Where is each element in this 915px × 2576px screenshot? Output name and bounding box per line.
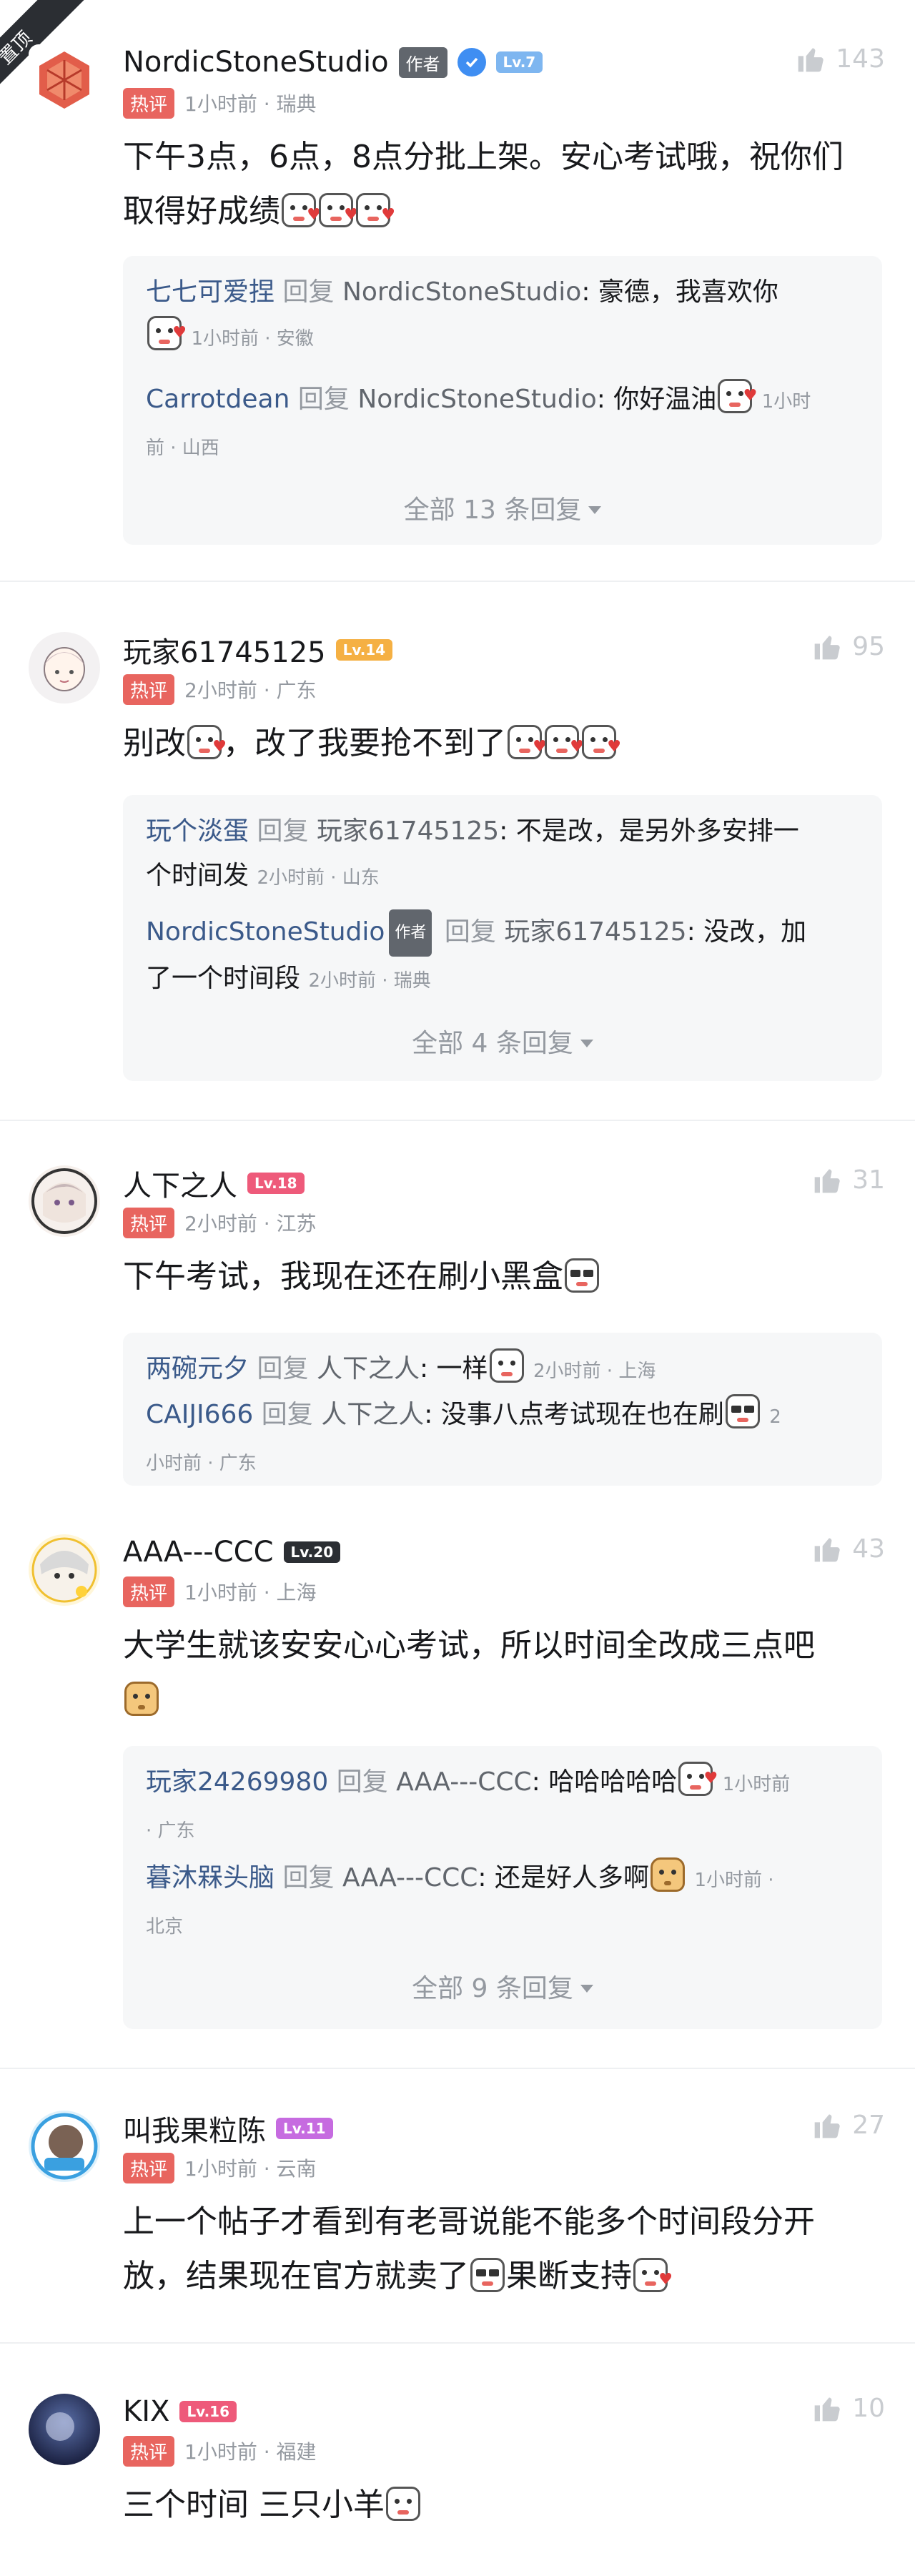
avatar[interactable] — [29, 1534, 100, 1606]
like-count: 95 — [852, 631, 885, 661]
comment-text: 大学生就该安安心心考试，所以时间全改成三点吧 — [123, 1619, 886, 1727]
username[interactable]: 玩家61745125 — [123, 629, 326, 671]
like-count: 27 — [852, 2110, 885, 2140]
caret-down-icon — [580, 1985, 593, 1993]
reply-item[interactable]: 玩个淡蛋 回复 玩家61745125: 不是改，是另外多安排一 个时间发 2小时… — [146, 809, 859, 900]
like-button[interactable]: 10 — [812, 2392, 885, 2424]
caret-down-icon — [580, 1040, 593, 1047]
level-badge: Lv.20 — [283, 1541, 341, 1563]
emoji-icon — [470, 2258, 505, 2292]
emoji-icon: ♥ — [508, 725, 547, 759]
comment-text: 下午3点，6点，8点分批上架。安心考试哦，祝你们 取得好成绩 ♥ ♥ ♥ — [123, 139, 844, 230]
author-badge: 作者 — [389, 909, 432, 957]
reply-box: 七七可爱捏 回复 NordicStoneStudio: 豪德，我喜欢你 ♥ 1小… — [123, 256, 882, 545]
verified-check-icon — [457, 48, 486, 77]
like-button[interactable]: 43 — [812, 1533, 885, 1564]
username[interactable]: NordicStoneStudio — [123, 46, 389, 79]
comment-text: 上一个帖子才看到有老哥说能不能多个时间段分开 放，结果现在官方就卖了 果断支持 ♥ — [123, 2204, 815, 2294]
author-badge: 作者 — [398, 46, 447, 78]
reply-box: 玩家24269980 回复 AAA---CCC: 哈哈哈哈哈 ♥ 1小时前 · 广… — [123, 1746, 882, 2029]
emoji-icon: ♥ — [545, 725, 584, 759]
thumbs-up-icon — [798, 48, 824, 72]
hot-badge: 热评 — [123, 2152, 175, 2183]
comment-meta: 2小时前 · 江苏 — [184, 1212, 317, 1235]
emoji-icon: ♥ — [356, 193, 395, 227]
hot-badge: 热评 — [123, 1576, 175, 1607]
comment-meta: 1小时前 · 上海 — [184, 1581, 317, 1604]
level-badge: Lv.16 — [179, 2401, 237, 2422]
like-button[interactable]: 95 — [812, 631, 885, 662]
reply-box: 玩个淡蛋 回复 玩家61745125: 不是改，是另外多安排一 个时间发 2小时… — [123, 795, 882, 1081]
hot-badge: 热评 — [123, 673, 175, 705]
username[interactable]: 人下之人 — [123, 1163, 237, 1204]
reply-item[interactable]: Carrotdean 回复 NordicStoneStudio: 你好温油 ♥ 1… — [146, 377, 859, 470]
avatar[interactable] — [29, 2394, 100, 2465]
reply-item[interactable]: CAIJI666 回复 人下之人: 没事八点考试现在也在刷 2 小时前 · 广东 — [146, 1393, 859, 1486]
emoji-icon — [725, 1394, 760, 1428]
like-button[interactable]: 31 — [812, 1164, 885, 1195]
hot-badge: 热评 — [123, 2435, 175, 2467]
like-count: 31 — [852, 1165, 885, 1195]
comment-item: 人下之人 Lv.18 31 热评 2小时前 · 江苏 下午考试，我现在还在刷小黑… — [0, 1121, 915, 1493]
reply-item[interactable]: 暮沐槑头脑 回复 AAA---CCC: 还是好人多啊 1小时前 · 北京 — [146, 1856, 859, 1949]
comment-text: 别改 ♥ ，改了我要抢不到了 ♥ ♥ ♥ — [123, 725, 621, 761]
level-badge: Lv.18 — [247, 1173, 305, 1194]
comment-item: NordicStoneStudio 作者 Lv.7 143 热评 1小时前 · … — [0, 0, 915, 579]
avatar[interactable] — [29, 1165, 100, 1237]
level-badge: Lv.14 — [335, 639, 393, 661]
hot-badge: 热评 — [123, 1207, 175, 1238]
comment-meta: 2小时前 · 广东 — [184, 678, 317, 702]
comment-item: 玩家61745125 Lv.14 95 热评 2小时前 · 广东 别改 ♥ ，改了我… — [0, 582, 915, 1118]
emoji-icon: ♥ — [282, 193, 321, 227]
comment-item: KIX Lv.16 10 热评 1小时前 · 福建 三个时间 三只小羊 — [0, 2344, 915, 2576]
emoji-icon: ♥ — [187, 725, 227, 759]
emoji-icon — [489, 1348, 524, 1383]
thumbs-up-icon — [814, 2114, 840, 2138]
emoji-icon: ♥ — [633, 2258, 673, 2292]
comment-meta: 1小时前 · 福建 — [184, 2440, 317, 2464]
level-badge: Lv.11 — [276, 2118, 333, 2139]
like-count: 143 — [836, 44, 885, 74]
emoji-icon: ♥ — [678, 1762, 718, 1796]
reply-item[interactable]: 玩家24269980 回复 AAA---CCC: 哈哈哈哈哈 ♥ 1小时前 · 广… — [146, 1760, 859, 1853]
like-button[interactable]: 143 — [796, 43, 885, 74]
thumbs-up-icon — [814, 2397, 840, 2422]
comment-item: 叫我果粒陈 Lv.11 27 热评 1小时前 · 云南 上一个帖子才看到有老哥说… — [0, 2069, 915, 2341]
username[interactable]: AAA---CCC — [123, 1536, 274, 1569]
view-all-replies-button[interactable]: 全部 4 条回复 — [123, 1022, 882, 1060]
comment-text: 下午考试，我现在还在刷小黑盒 — [123, 1250, 886, 1304]
avatar[interactable] — [29, 632, 100, 704]
username[interactable]: 叫我果粒陈 — [123, 2108, 266, 2149]
level-badge: Lv.7 — [495, 51, 543, 73]
thumbs-up-icon — [814, 1169, 840, 1193]
like-count: 10 — [852, 2393, 885, 2423]
reply-item[interactable]: 七七可爱捏 回复 NordicStoneStudio: 豪德，我喜欢你 ♥ 1小… — [146, 270, 859, 361]
comment-meta: 1小时前 · 云南 — [184, 2157, 317, 2181]
view-all-replies-button[interactable]: 全部 13 条回复 — [123, 489, 882, 526]
reply-box: 两碗元夕 回复 人下之人: 一样 2小时前 · 上海 CAIJI666 回复 人… — [123, 1333, 882, 1486]
thumbs-up-icon — [814, 1538, 840, 1562]
thumbs-up-icon — [814, 636, 840, 660]
emoji-icon — [386, 2487, 420, 2521]
like-button[interactable]: 27 — [812, 2109, 885, 2141]
comment-meta: 1小时前 · 瑞典 — [184, 92, 317, 116]
like-count: 43 — [852, 1534, 885, 1564]
avatar[interactable] — [29, 2111, 100, 2182]
emoji-icon — [124, 1682, 159, 1716]
emoji-icon — [565, 1258, 599, 1293]
emoji-icon: ♥ — [319, 193, 358, 227]
reply-item[interactable]: NordicStoneStudio 作者 回复 玩家61745125: 没改，加 … — [146, 909, 859, 1003]
caret-down-icon — [588, 506, 602, 514]
emoji-icon: ♥ — [718, 379, 757, 413]
hot-badge: 热评 — [123, 87, 175, 119]
view-all-replies-button[interactable]: 全部 9 条回复 — [123, 1968, 882, 2005]
emoji-icon: ♥ — [582, 725, 621, 759]
avatar[interactable] — [29, 44, 100, 116]
username[interactable]: KIX — [123, 2395, 169, 2428]
emoji-icon — [651, 1857, 685, 1892]
comment-item: AAA---CCC Lv.20 43 热评 1小时前 · 上海 大学生就该安安心… — [0, 1494, 915, 2066]
comment-text: 三个时间 三只小羊 — [123, 2478, 886, 2532]
emoji-icon: ♥ — [147, 316, 187, 350]
reply-item[interactable]: 两碗元夕 回复 人下之人: 一样 2小时前 · 上海 — [146, 1347, 859, 1393]
